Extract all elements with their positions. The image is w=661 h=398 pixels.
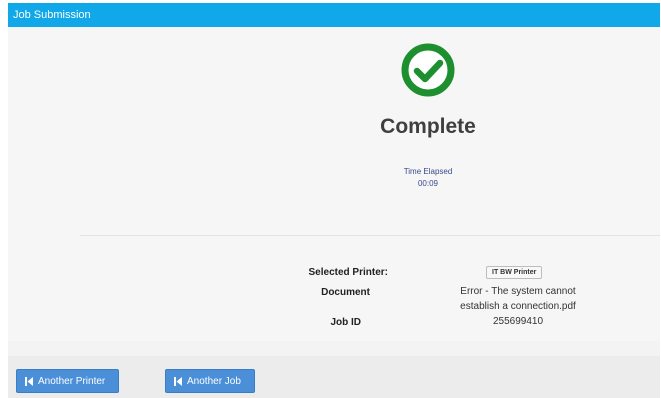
window-title: Job Submission [13, 9, 91, 21]
another-printer-button[interactable]: Another Printer [16, 369, 119, 393]
window-titlebar: Job Submission [8, 3, 660, 27]
app-frame: Job Submission Complete Time Elapsed 00:… [8, 3, 660, 398]
status-title: Complete [380, 115, 476, 138]
job-id-label: Job ID [330, 317, 361, 328]
document-label: Document [321, 287, 370, 298]
skip-back-icon [25, 376, 33, 386]
selected-printer-badge: IT BW Printer [486, 266, 543, 279]
skip-back-icon [174, 376, 182, 386]
time-elapsed-label: Time Elapsed [403, 167, 453, 176]
another-printer-label: Another Printer [38, 375, 106, 387]
selected-printer-label: Selected Printer: [308, 267, 388, 278]
document-name-line-1: Error - The system cannot [460, 286, 576, 297]
document-name: Error - The system cannot establish a co… [438, 284, 598, 314]
another-job-label: Another Job [187, 375, 241, 387]
divider [80, 235, 660, 236]
document-name-line-2: establish a connection.pdf [460, 301, 576, 312]
time-elapsed-value: 00:09 [417, 179, 439, 188]
check-circle-icon [401, 43, 455, 97]
another-job-button[interactable]: Another Job [165, 369, 255, 393]
job-id-value: 255699410 [492, 316, 544, 327]
job-status-panel: Complete Time Elapsed 00:09 Selected Pri… [8, 27, 660, 341]
